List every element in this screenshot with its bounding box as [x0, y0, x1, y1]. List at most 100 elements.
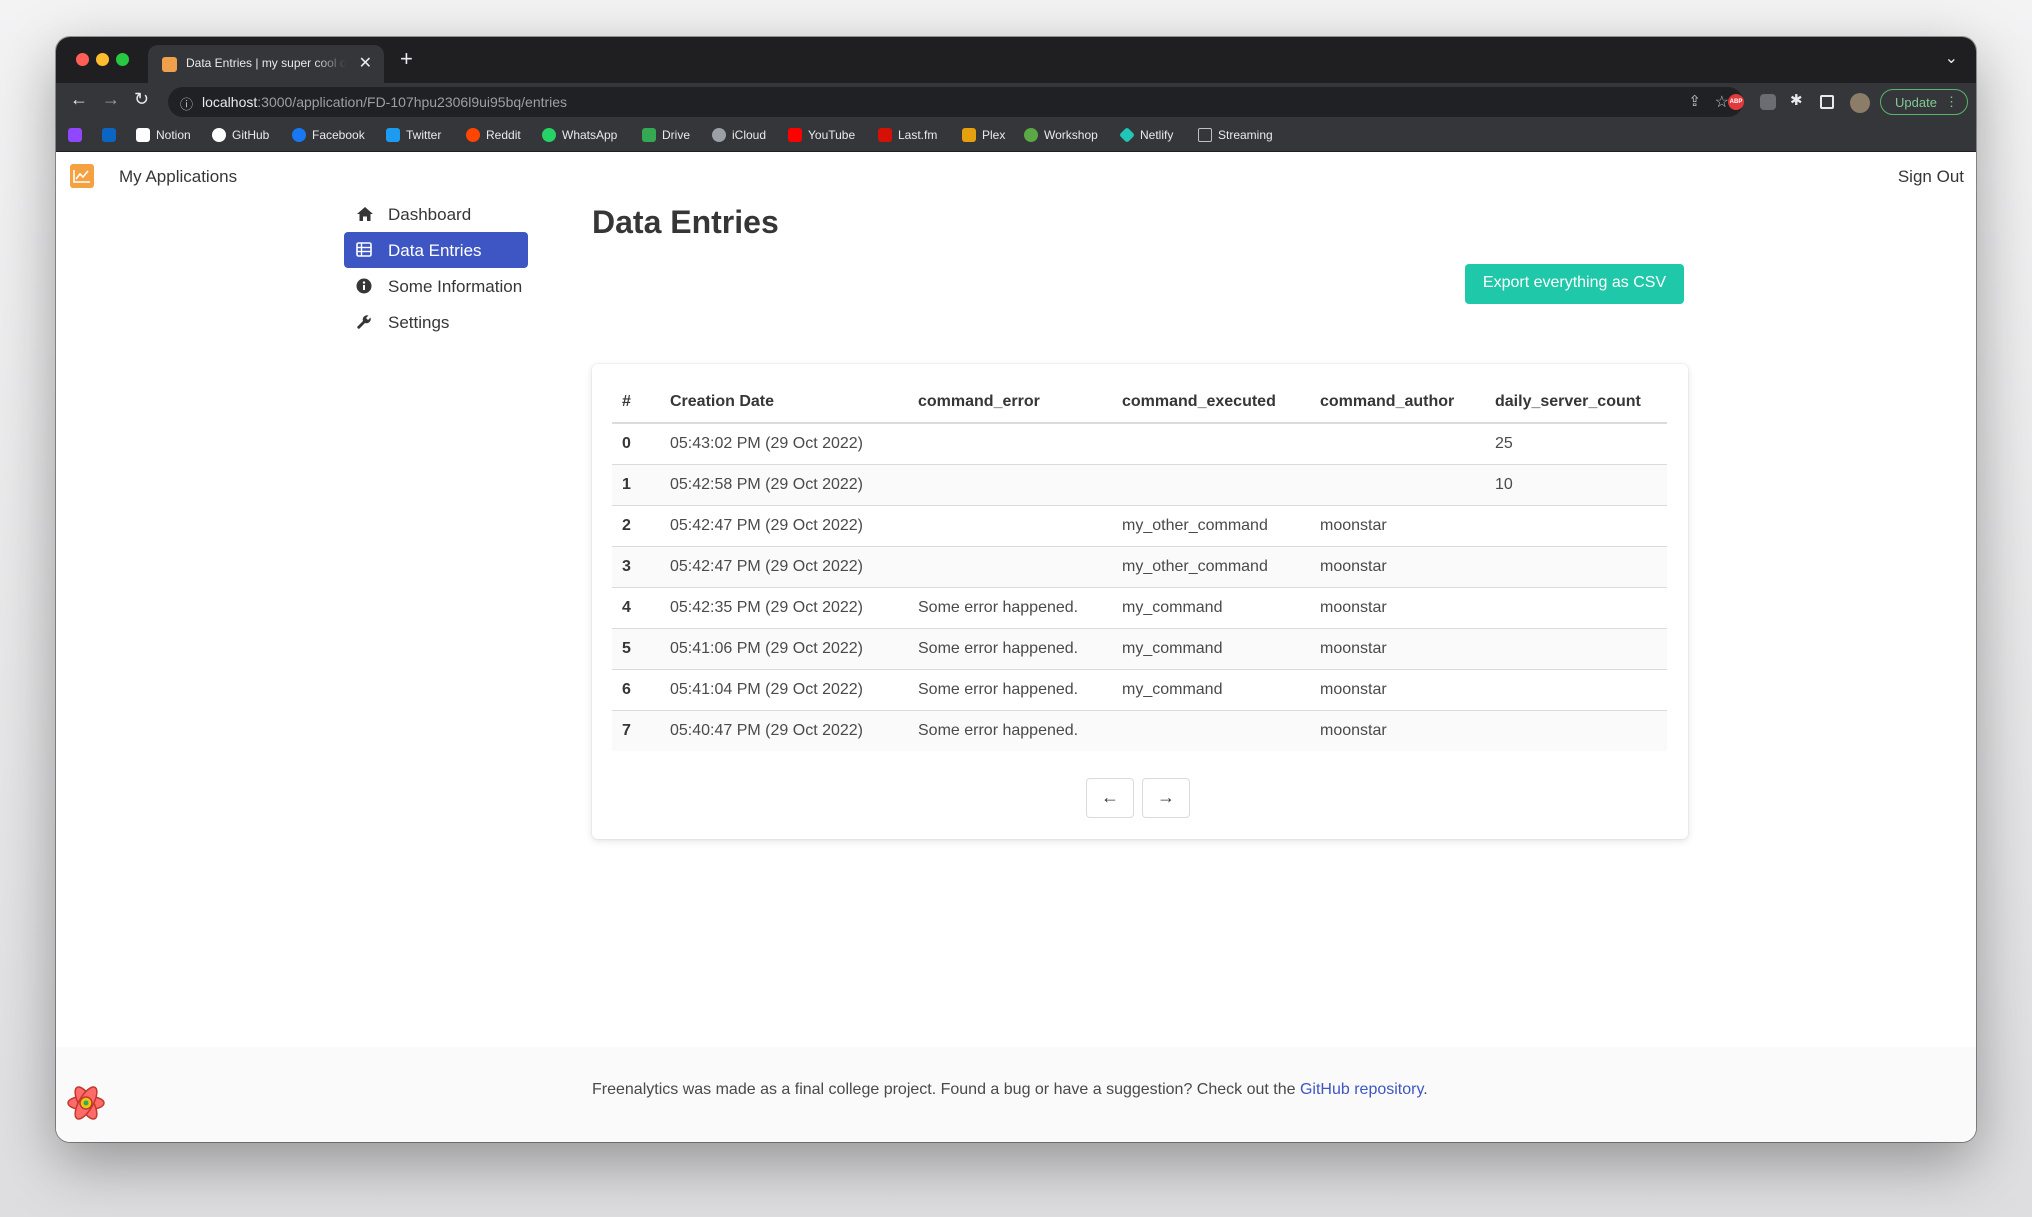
cell-creation-date: 05:43:02 PM (29 Oct 2022) — [660, 423, 908, 465]
cell-daily-server-count — [1485, 628, 1667, 670]
bookmark-whatsapp[interactable]: WhatsApp — [542, 128, 617, 142]
tab-title: Data Entries | my super cool discord bot — [186, 56, 346, 70]
url-path: :3000/application/FD-107hpu2306l9ui95bq/… — [257, 94, 568, 110]
url-text[interactable]: localhost:3000/application/FD-107hpu2306… — [202, 94, 567, 110]
adblock-extension-icon[interactable]: ABP — [1728, 94, 1744, 110]
sidebar-item-label: Dashboard — [388, 205, 472, 224]
cell-creation-date: 05:42:35 PM (29 Oct 2022) — [660, 587, 908, 629]
browser-tab[interactable]: Data Entries | my super cool discord bot… — [148, 45, 384, 83]
twitter-icon — [386, 128, 400, 142]
browser-window: Data Entries | my super cool discord bot… — [56, 37, 1976, 1142]
bookmark-drive[interactable]: Drive — [642, 128, 690, 142]
bookmark-label: Streaming — [1218, 128, 1273, 142]
sidebar-item-settings[interactable]: Settings — [344, 304, 528, 340]
twitch-icon — [68, 128, 82, 142]
close-tab-icon[interactable]: ✕ — [359, 53, 372, 73]
bookmark-icloud[interactable]: iCloud — [712, 128, 766, 142]
minimize-window-button[interactable] — [96, 53, 109, 66]
sign-out-link[interactable]: Sign Out — [1898, 167, 1964, 187]
bookmark-plex[interactable]: Plex — [962, 128, 1005, 142]
bookmark-workshop[interactable]: Workshop — [1024, 128, 1098, 142]
sidebar-item-some-information[interactable]: Some Information — [344, 268, 528, 304]
reload-icon[interactable]: ↻ — [134, 89, 149, 110]
extensions-puzzle-icon[interactable]: ✱ — [1790, 91, 1806, 109]
drive-icon — [642, 128, 656, 142]
new-tab-button[interactable]: + — [400, 46, 413, 72]
sidebar-item-data-entries[interactable]: Data Entries — [344, 232, 528, 268]
share-icon[interactable]: ⇪ — [1688, 92, 1701, 110]
cell-command-error: Some error happened. — [908, 669, 1112, 711]
bookmark-github[interactable]: GitHub — [212, 128, 269, 142]
bookmark-notion[interactable]: Notion — [136, 128, 191, 142]
row-index: 7 — [612, 710, 660, 751]
extension-icon[interactable] — [1760, 94, 1776, 110]
bookmark-label: Facebook — [312, 128, 365, 142]
side-panel-icon[interactable] — [1820, 95, 1834, 109]
bookmark-lastfm[interactable]: Last.fm — [878, 128, 937, 142]
tab-search-icon[interactable]: ⌄ — [1945, 48, 1958, 68]
wrench-icon — [356, 314, 372, 335]
browser-toolbar: ← → ↻ ⓘ localhost:3000/application/FD-10… — [56, 83, 1976, 121]
bookmark-label: Notion — [156, 128, 191, 142]
table-header-row: # Creation Date command_error command_ex… — [612, 382, 1667, 424]
address-bar[interactable]: ⓘ localhost:3000/application/FD-107hpu23… — [168, 87, 1743, 117]
footer: Freenalytics was made as a final college… — [56, 1047, 1976, 1142]
bookmark-label: Netlify — [1140, 128, 1174, 142]
table-icon — [356, 242, 372, 262]
back-arrow-icon[interactable]: ← — [70, 89, 88, 110]
table-row: 5 05:41:06 PM (29 Oct 2022) Some error h… — [612, 628, 1667, 670]
footer-text: Freenalytics was made as a final college… — [592, 1081, 1428, 1099]
page-title: Data Entries — [592, 204, 779, 240]
bookmark-youtube[interactable]: YouTube — [788, 128, 855, 142]
bookmark-reddit[interactable]: Reddit — [466, 128, 521, 142]
bookmark-folder-streaming[interactable]: Streaming — [1198, 128, 1273, 142]
bookmark-facebook[interactable]: Facebook — [292, 128, 365, 142]
cell-command-error — [908, 423, 1112, 465]
site-info-icon[interactable]: ⓘ — [180, 94, 193, 113]
cell-command-executed: my_other_command — [1112, 546, 1310, 588]
cell-creation-date: 05:41:04 PM (29 Oct 2022) — [660, 669, 908, 711]
sidebar-item-dashboard[interactable]: Dashboard — [344, 196, 528, 232]
github-repository-link[interactable]: GitHub repository — [1300, 1081, 1423, 1098]
cell-daily-server-count — [1485, 505, 1667, 547]
nav-my-applications-link[interactable]: My Applications — [119, 167, 237, 187]
more-menu-icon[interactable]: ⋮ — [1945, 94, 1958, 110]
cell-command-executed: my_command — [1112, 587, 1310, 629]
lastfm-icon — [878, 128, 892, 142]
url-host: localhost — [202, 94, 258, 110]
sidebar-item-label: Settings — [388, 313, 450, 332]
update-button[interactable]: Update ⋮ — [1880, 89, 1968, 115]
footer-text-after: . — [1423, 1081, 1428, 1098]
app-logo-icon[interactable] — [70, 164, 94, 188]
cell-daily-server-count — [1485, 710, 1667, 751]
cell-creation-date: 05:41:06 PM (29 Oct 2022) — [660, 628, 908, 670]
entries-table: # Creation Date command_error command_ex… — [612, 382, 1667, 751]
youtube-icon — [788, 128, 802, 142]
maximize-window-button[interactable] — [116, 53, 129, 66]
bookmark-linkedin[interactable] — [102, 128, 122, 142]
forward-arrow-icon[interactable]: → — [102, 89, 120, 110]
column-header: command_executed — [1112, 382, 1310, 424]
bookmark-twitch[interactable] — [68, 128, 88, 142]
bookmark-label: Twitter — [406, 128, 442, 142]
bookmark-netlify[interactable]: Netlify — [1119, 127, 1174, 143]
bookmark-twitter[interactable]: Twitter — [386, 128, 441, 142]
next-page-button[interactable]: → — [1142, 778, 1190, 818]
export-csv-button[interactable]: Export everything as CSV — [1465, 264, 1684, 304]
cell-command-executed: my_command — [1112, 669, 1310, 711]
row-index: 6 — [612, 669, 660, 711]
row-index: 4 — [612, 587, 660, 629]
row-index: 1 — [612, 464, 660, 506]
netlify-icon — [1119, 127, 1135, 143]
cell-daily-server-count: 25 — [1485, 423, 1667, 465]
facebook-icon — [292, 128, 306, 142]
close-window-button[interactable] — [76, 53, 89, 66]
bookmark-label: YouTube — [808, 128, 856, 142]
bookmark-star-icon[interactable]: ☆ — [1715, 92, 1729, 112]
table-row: 7 05:40:47 PM (29 Oct 2022) Some error h… — [612, 710, 1667, 751]
react-logo-icon — [66, 1083, 106, 1128]
previous-page-button[interactable]: ← — [1086, 778, 1134, 818]
profile-avatar[interactable] — [1850, 93, 1870, 113]
plex-icon — [962, 128, 976, 142]
update-label: Update — [1895, 95, 1937, 110]
